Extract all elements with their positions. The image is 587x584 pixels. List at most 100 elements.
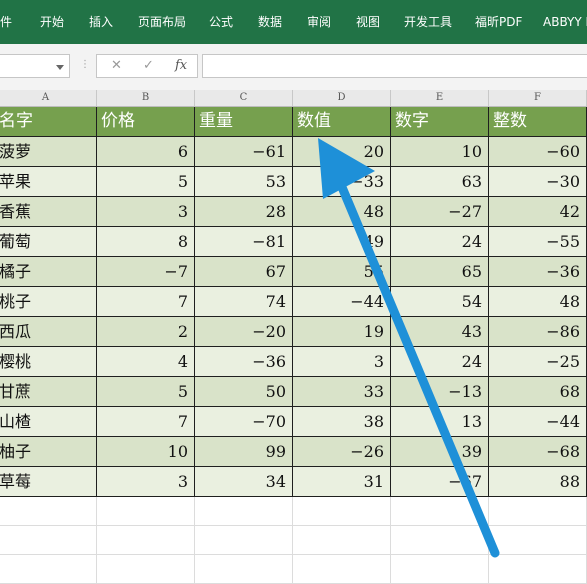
number-cell[interactable]: −70 bbox=[195, 407, 293, 437]
fruit-name-cell[interactable]: 山楂 bbox=[0, 407, 97, 437]
number-cell[interactable]: −27 bbox=[391, 197, 489, 227]
empty-cell[interactable] bbox=[97, 497, 195, 526]
number-cell[interactable]: −67 bbox=[391, 467, 489, 497]
cancel-icon[interactable]: ✕ bbox=[111, 57, 122, 75]
number-cell[interactable]: 88 bbox=[489, 467, 587, 497]
number-cell[interactable]: −25 bbox=[489, 347, 587, 377]
header-cell[interactable]: 整数 bbox=[489, 107, 587, 137]
empty-cell[interactable] bbox=[293, 526, 391, 555]
tab-data[interactable]: 数据 bbox=[258, 15, 282, 29]
empty-cell[interactable] bbox=[293, 555, 391, 584]
number-cell[interactable]: 55 bbox=[293, 257, 391, 287]
number-cell[interactable]: 99 bbox=[195, 437, 293, 467]
fruit-name-cell[interactable]: 草莓 bbox=[0, 467, 97, 497]
fruit-name-cell[interactable]: 苹果 bbox=[0, 167, 97, 197]
tab-foxit-pdf[interactable]: 福昕PDF bbox=[475, 15, 522, 29]
number-cell[interactable]: 65 bbox=[391, 257, 489, 287]
number-cell[interactable]: 50 bbox=[195, 377, 293, 407]
number-cell[interactable]: 42 bbox=[489, 197, 587, 227]
tab-review[interactable]: 审阅 bbox=[307, 15, 331, 29]
column-header-b[interactable]: B bbox=[97, 90, 195, 107]
number-cell[interactable]: 49 bbox=[293, 227, 391, 257]
insert-function-icon[interactable]: fx bbox=[175, 57, 187, 75]
empty-cell[interactable] bbox=[97, 555, 195, 584]
number-cell[interactable]: 39 bbox=[391, 437, 489, 467]
formula-input[interactable] bbox=[202, 54, 587, 78]
number-cell[interactable]: −68 bbox=[489, 437, 587, 467]
empty-cell[interactable] bbox=[489, 497, 587, 526]
number-cell[interactable]: 67 bbox=[195, 257, 293, 287]
tab-abbyy[interactable]: ABBYY F bbox=[543, 15, 587, 29]
number-cell[interactable]: 48 bbox=[293, 197, 391, 227]
tab-home[interactable]: 开始 bbox=[40, 15, 64, 29]
number-cell[interactable]: 74 bbox=[195, 287, 293, 317]
number-cell[interactable]: 4 bbox=[97, 347, 195, 377]
number-cell[interactable]: 19 bbox=[293, 317, 391, 347]
number-cell[interactable]: −55 bbox=[489, 227, 587, 257]
empty-cell[interactable] bbox=[391, 526, 489, 555]
fruit-name-cell[interactable]: 菠萝 bbox=[0, 137, 97, 167]
number-cell[interactable]: 20 bbox=[293, 137, 391, 167]
number-cell[interactable]: −7 bbox=[97, 257, 195, 287]
number-cell[interactable]: 10 bbox=[391, 137, 489, 167]
number-cell[interactable]: −30 bbox=[489, 167, 587, 197]
number-cell[interactable]: 31 bbox=[293, 467, 391, 497]
number-cell[interactable]: 7 bbox=[97, 287, 195, 317]
number-cell[interactable]: 5 bbox=[97, 377, 195, 407]
empty-cell[interactable] bbox=[0, 497, 97, 526]
number-cell[interactable]: −20 bbox=[195, 317, 293, 347]
tab-view[interactable]: 视图 bbox=[356, 15, 380, 29]
number-cell[interactable]: −26 bbox=[293, 437, 391, 467]
number-cell[interactable]: 48 bbox=[489, 287, 587, 317]
number-cell[interactable]: −81 bbox=[195, 227, 293, 257]
number-cell[interactable]: 68 bbox=[489, 377, 587, 407]
chevron-down-icon[interactable] bbox=[56, 65, 64, 70]
header-cell[interactable]: 数字 bbox=[391, 107, 489, 137]
fruit-name-cell[interactable]: 西瓜 bbox=[0, 317, 97, 347]
column-header-c[interactable]: C bbox=[195, 90, 293, 107]
number-cell[interactable]: 24 bbox=[391, 347, 489, 377]
number-cell[interactable]: −86 bbox=[489, 317, 587, 347]
name-box[interactable] bbox=[0, 54, 70, 78]
fruit-name-cell[interactable]: 桃子 bbox=[0, 287, 97, 317]
number-cell[interactable]: 53 bbox=[195, 167, 293, 197]
tab-insert[interactable]: 插入 bbox=[89, 15, 113, 29]
number-cell[interactable]: −44 bbox=[293, 287, 391, 317]
number-cell[interactable]: 33 bbox=[293, 377, 391, 407]
number-cell[interactable]: −36 bbox=[195, 347, 293, 377]
empty-cell[interactable] bbox=[0, 526, 97, 555]
number-cell[interactable]: 6 bbox=[97, 137, 195, 167]
fruit-name-cell[interactable]: 橘子 bbox=[0, 257, 97, 287]
number-cell[interactable]: 63 bbox=[391, 167, 489, 197]
enter-icon[interactable]: ✓ bbox=[143, 57, 154, 75]
tab-formulas[interactable]: 公式 bbox=[209, 15, 233, 29]
number-cell[interactable]: 3 bbox=[293, 347, 391, 377]
fruit-name-cell[interactable]: 柚子 bbox=[0, 437, 97, 467]
number-cell[interactable]: 24 bbox=[391, 227, 489, 257]
number-cell[interactable]: 13 bbox=[391, 407, 489, 437]
number-cell[interactable]: −13 bbox=[391, 377, 489, 407]
number-cell[interactable]: 5 bbox=[97, 167, 195, 197]
number-cell[interactable]: 8 bbox=[97, 227, 195, 257]
number-cell[interactable]: 2 bbox=[97, 317, 195, 347]
number-cell[interactable]: −36 bbox=[489, 257, 587, 287]
empty-cell[interactable] bbox=[195, 497, 293, 526]
number-cell[interactable]: 3 bbox=[97, 197, 195, 227]
number-cell[interactable]: −61 bbox=[195, 137, 293, 167]
empty-cell[interactable] bbox=[293, 497, 391, 526]
fruit-name-cell[interactable]: 甘蔗 bbox=[0, 377, 97, 407]
number-cell[interactable]: 54 bbox=[391, 287, 489, 317]
number-cell[interactable]: −44 bbox=[489, 407, 587, 437]
empty-cell[interactable] bbox=[489, 555, 587, 584]
header-cell[interactable]: 名字 bbox=[0, 107, 97, 137]
column-header-f[interactable]: F bbox=[489, 90, 587, 107]
number-cell[interactable]: −60 bbox=[489, 137, 587, 167]
header-cell[interactable]: 重量 bbox=[195, 107, 293, 137]
number-cell[interactable]: 28 bbox=[195, 197, 293, 227]
empty-cell[interactable] bbox=[97, 526, 195, 555]
number-cell[interactable]: 34 bbox=[195, 467, 293, 497]
column-header-d[interactable]: D bbox=[293, 90, 391, 107]
column-header-a[interactable]: A bbox=[0, 90, 97, 107]
empty-cell[interactable] bbox=[489, 526, 587, 555]
number-cell[interactable]: 3 bbox=[97, 467, 195, 497]
